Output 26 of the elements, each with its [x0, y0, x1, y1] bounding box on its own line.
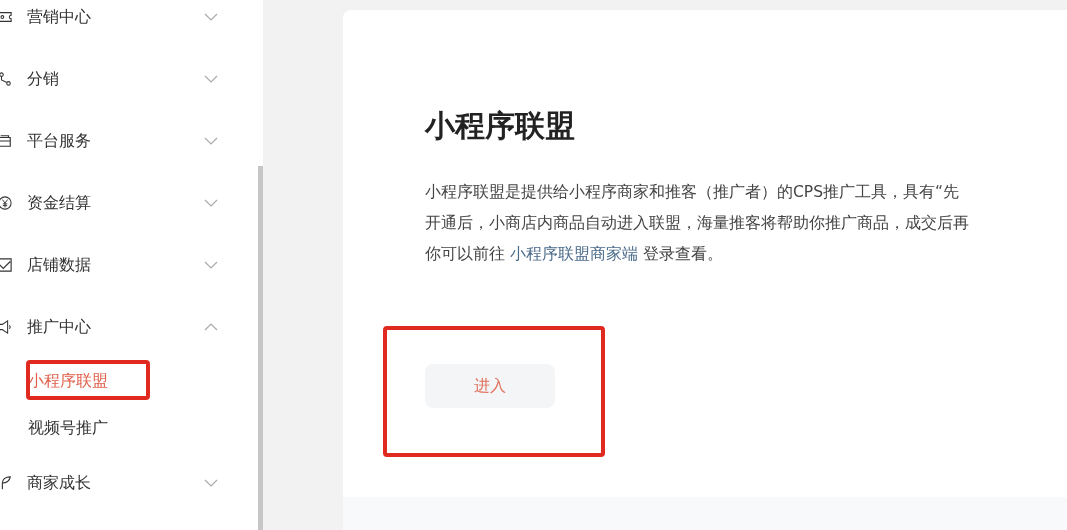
- wallet-icon: [0, 134, 12, 148]
- chevron-down-icon[interactable]: [204, 13, 218, 21]
- chevron-up-icon[interactable]: [204, 323, 218, 331]
- menu-item[interactable]: 店铺数据: [27, 254, 204, 276]
- merchant-link[interactable]: 小程序联盟商家端: [509, 245, 638, 263]
- menu-item[interactable]: 营销中心: [27, 6, 204, 28]
- scrollbar[interactable]: [258, 166, 263, 530]
- menu-item[interactable]: 资金结算: [27, 192, 204, 214]
- chevron-down-icon[interactable]: [204, 261, 218, 269]
- chevron-down-icon[interactable]: [204, 479, 218, 487]
- chevron-down-icon[interactable]: [204, 137, 218, 145]
- share-icon: [0, 72, 12, 86]
- megaphone-icon: [0, 320, 12, 334]
- chevron-down-icon[interactable]: [204, 199, 218, 207]
- menu-item[interactable]: 分销: [27, 68, 204, 90]
- page-title: 小程序联盟: [425, 107, 576, 145]
- sprout-icon: [0, 476, 12, 490]
- ticket-icon: [0, 10, 12, 24]
- menu-item[interactable]: 平台服务: [27, 130, 204, 152]
- submenu-item[interactable]: 视频号推广: [28, 418, 108, 439]
- description-text: 小程序联盟是提供给小程序商家和推客（推广者）的CPS推广工具，具有“先 开通后，小商店内商品自动进入联盟，海量推客将帮助你推广商品，成交后再 你可以前往 小程序联盟商家端 登录查看。: [425, 182, 970, 265]
- chart-icon: [0, 258, 12, 272]
- menu-item[interactable]: 推广中心: [27, 316, 204, 338]
- yen-icon: [0, 196, 12, 210]
- menu-item[interactable]: 商家成长: [27, 472, 204, 494]
- chevron-down-icon[interactable]: [204, 75, 218, 83]
